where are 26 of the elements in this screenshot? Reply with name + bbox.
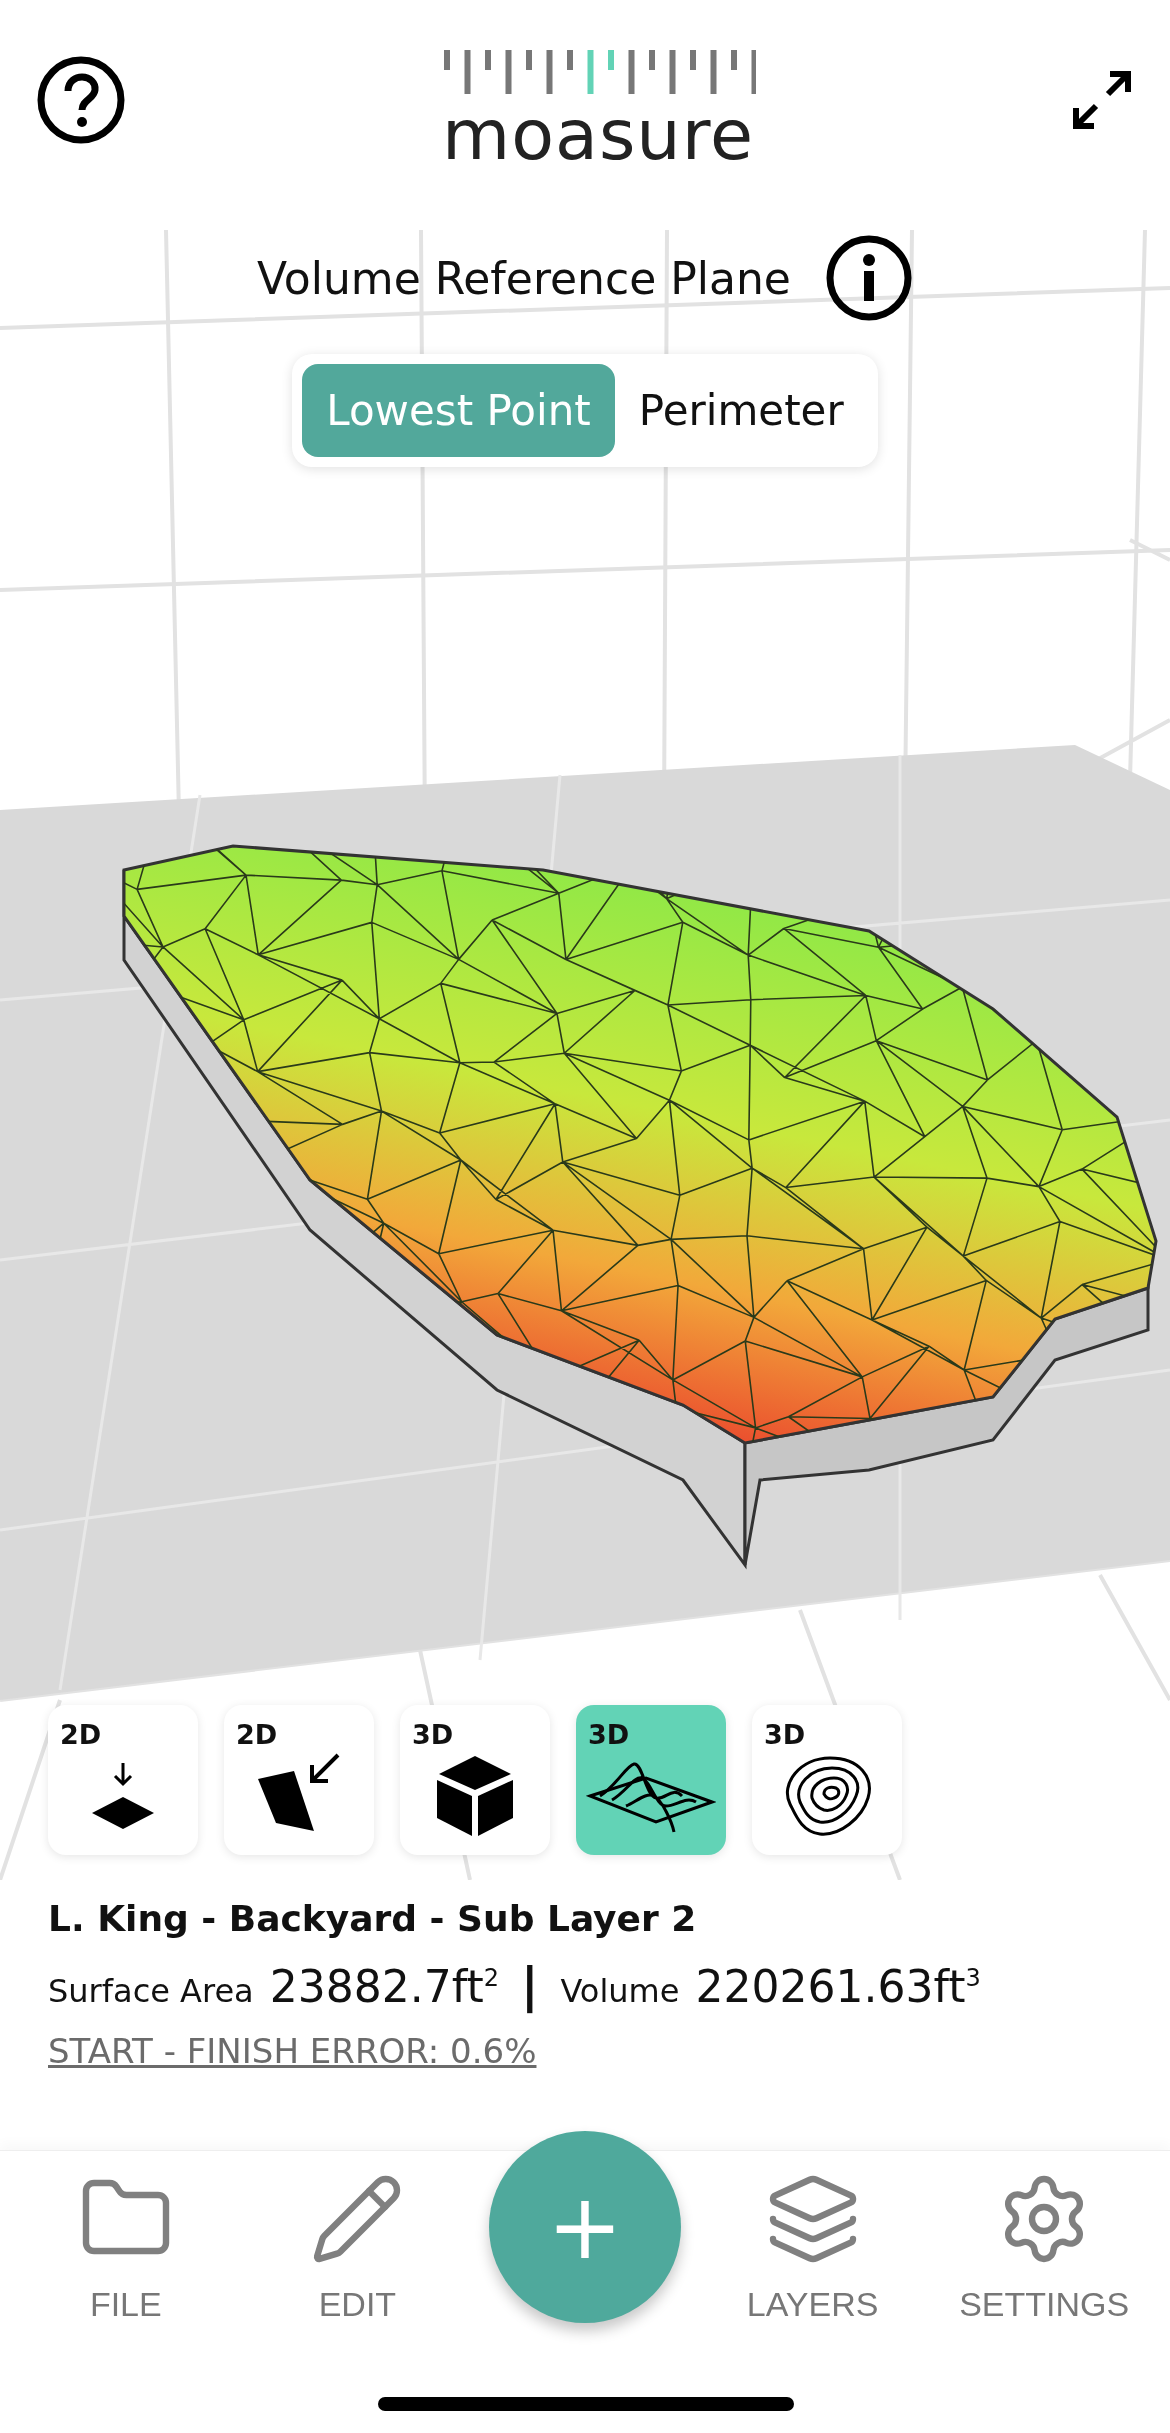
add-button[interactable]: + [489, 2131, 681, 2323]
separator-text: | [520, 1957, 539, 2013]
view-mode-button[interactable]: 2D [48, 1705, 198, 1855]
view-mode-button[interactable]: 3D [576, 1705, 726, 1855]
project-name: L. King - Backyard - Sub Layer 2 [48, 1898, 698, 1939]
error-link[interactable]: START - FINISH ERROR: 0.6% [48, 2031, 537, 2071]
plane-option-tab[interactable]: Lowest Point [302, 364, 615, 457]
nav-tab[interactable]: FILE [25, 2171, 226, 2324]
metric-value: 23882.7ft$^{2}$ [269, 1961, 499, 2012]
nav-tab[interactable]: EDIT [257, 2171, 458, 2324]
metric-value: 220261.63ft$^{3}$ [695, 1961, 981, 2012]
info-icon[interactable] [824, 234, 913, 322]
view-mode-button[interactable]: 3D [752, 1705, 902, 1855]
cube-icon [435, 1753, 515, 1838]
metric-label: Volume [560, 1972, 680, 2010]
nav-tab[interactable]: LAYERS [712, 2171, 913, 2324]
view-mode-button[interactable]: 2D [224, 1705, 374, 1855]
view-mode-button[interactable]: 3D [400, 1705, 550, 1855]
reference-plane-title: Volume Reference Plane [257, 252, 791, 304]
nav-tab[interactable]: SETTINGS [944, 2171, 1145, 2324]
metric-label: Surface Area [48, 1972, 254, 2010]
app-logo: moasure [441, 100, 755, 170]
plane-option-tab[interactable]: Perimeter [614, 364, 868, 457]
diamond-arrow-icon [90, 1760, 156, 1831]
help-icon[interactable] [36, 55, 126, 145]
expand-icon[interactable] [1070, 68, 1134, 132]
